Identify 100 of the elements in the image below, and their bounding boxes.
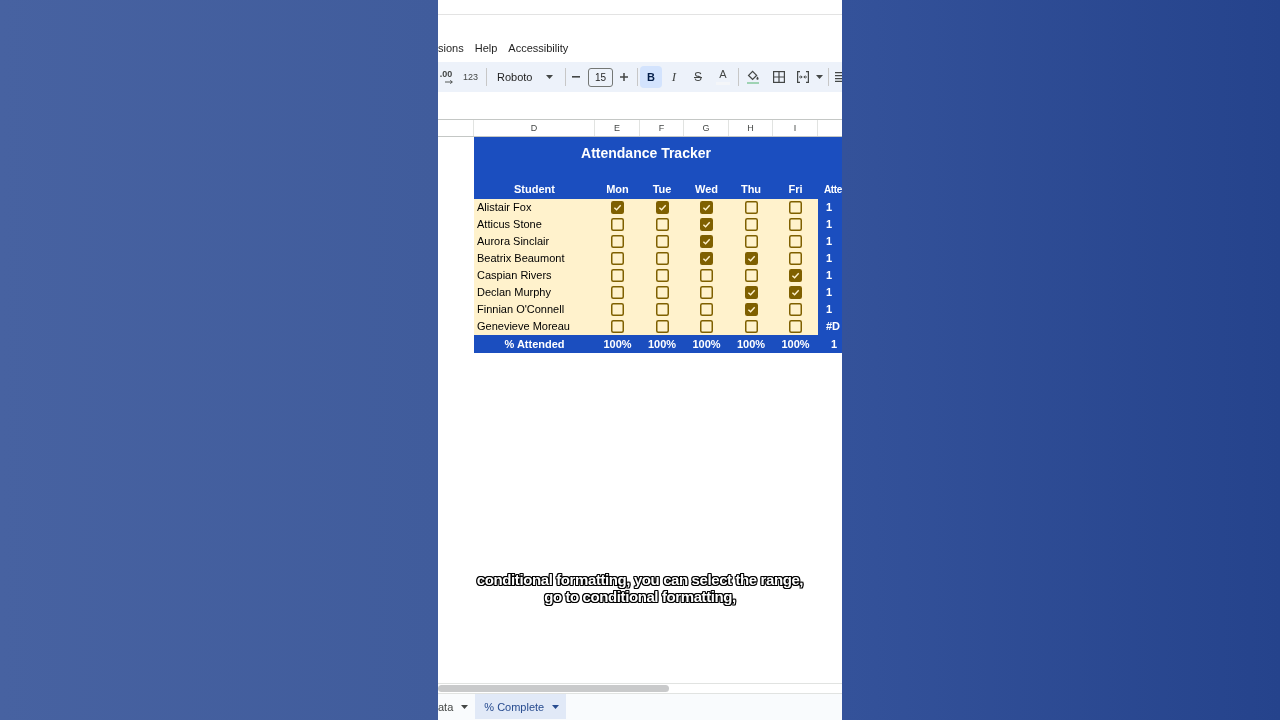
caret-icon[interactable] — [816, 75, 823, 79]
checkbox[interactable] — [655, 201, 669, 214]
cell-value: 1 — [826, 269, 833, 282]
checkbox[interactable] — [744, 286, 758, 299]
checkbox[interactable] — [744, 218, 758, 231]
merge-icon[interactable] — [797, 71, 809, 83]
checkbox[interactable] — [789, 286, 802, 299]
checkbox[interactable] — [700, 269, 713, 282]
cell-value: 1 — [826, 218, 833, 231]
checkbox[interactable] — [611, 320, 624, 333]
student-name: Aurora Sinclair — [477, 235, 550, 248]
checkbox[interactable] — [700, 320, 713, 333]
scrollbar-thumb[interactable] — [438, 685, 669, 692]
checkbox[interactable] — [700, 252, 713, 265]
column-label: Wed — [695, 183, 718, 196]
font-dropdown[interactable]: Roboto — [493, 67, 561, 87]
bold-button[interactable]: B — [640, 66, 662, 88]
cell-value: 1 — [826, 303, 833, 316]
checkbox[interactable] — [611, 269, 624, 282]
checkbox[interactable] — [789, 252, 802, 265]
cell-value: 1 — [830, 337, 838, 351]
menu-item[interactable]: Help — [474, 41, 498, 55]
text-color-button[interactable]: A — [712, 66, 734, 88]
cell-value: 1 — [826, 235, 833, 248]
checkbox[interactable] — [744, 303, 758, 316]
menu-item[interactable]: sions — [438, 41, 464, 55]
checkbox[interactable] — [789, 218, 802, 231]
checkbox[interactable] — [789, 235, 802, 248]
checkbox[interactable] — [611, 218, 624, 231]
checkbox[interactable] — [744, 320, 758, 333]
checkbox[interactable] — [655, 252, 669, 265]
percentage-value: 100% — [647, 337, 677, 351]
menu-item[interactable]: Accessibility — [508, 41, 569, 55]
percentage-value: 100% — [603, 337, 632, 351]
caret-icon — [552, 704, 560, 709]
column-label: Tue — [652, 183, 672, 196]
grid-icon[interactable] — [773, 71, 785, 83]
student-name: Caspian Rivers — [477, 269, 552, 282]
student-name: Declan Murphy — [477, 286, 551, 299]
checkbox[interactable] — [700, 235, 713, 248]
lines-icon[interactable] — [835, 72, 842, 82]
checkbox[interactable] — [655, 320, 669, 333]
percentage-value: 100% — [692, 337, 721, 351]
subtitle-caption: conditional formatting, you can select the range, go to conditional formatting, — [476, 571, 804, 605]
checkbox[interactable] — [789, 320, 802, 333]
checkbox[interactable] — [611, 201, 624, 214]
checkbox[interactable] — [655, 303, 669, 316]
checkbox[interactable] — [655, 235, 669, 248]
student-name: Genevieve Moreau — [477, 320, 570, 333]
column-label: Thu — [740, 183, 762, 196]
column-label: Student — [514, 183, 555, 196]
student-name: Finnian O'Connell — [477, 303, 565, 316]
checkbox[interactable] — [744, 252, 758, 265]
checkbox[interactable] — [700, 201, 713, 214]
checkbox[interactable] — [611, 286, 624, 299]
sheet-tab[interactable]: ata — [438, 694, 475, 719]
column-header[interactable]: F — [640, 120, 684, 136]
checkbox[interactable] — [789, 269, 802, 282]
caret-icon — [461, 704, 469, 709]
checkbox[interactable] — [789, 303, 802, 316]
increase-decimal-button[interactable]: .00 — [438, 69, 454, 85]
column-label: Mon — [606, 183, 629, 196]
cell-value: 1 — [826, 252, 833, 265]
row-label: % Attended — [504, 337, 565, 351]
number-format-button[interactable]: 123 — [462, 70, 479, 84]
sheet-title: Attendance Tracker — [581, 144, 711, 161]
checkbox[interactable] — [744, 235, 758, 248]
student-name: Alistair Fox — [477, 201, 532, 214]
student-name: Beatrix Beaumont — [477, 252, 565, 265]
italic-button[interactable]: I — [663, 66, 685, 88]
checkbox[interactable] — [611, 252, 624, 265]
checkbox[interactable] — [655, 269, 669, 282]
checkbox[interactable] — [611, 235, 624, 248]
paint-bucket-icon[interactable] — [747, 70, 759, 84]
checkbox[interactable] — [700, 303, 713, 316]
checkbox[interactable] — [744, 269, 758, 282]
font-size-field[interactable]: 15 — [588, 67, 613, 87]
minus-icon[interactable] — [572, 76, 580, 78]
checkbox[interactable] — [611, 303, 624, 316]
percentage-value: 100% — [781, 337, 810, 351]
column-header[interactable]: G — [684, 120, 729, 136]
checkbox[interactable] — [789, 201, 802, 214]
column-header[interactable]: I — [773, 120, 818, 136]
strikethrough-button[interactable]: S — [687, 66, 709, 88]
cell-value: #D — [826, 320, 841, 333]
sheet-tab[interactable]: % Complete — [475, 694, 567, 719]
arrow-icon — [444, 80, 453, 84]
plus-icon[interactable] — [620, 73, 628, 81]
cell-value: 1 — [826, 201, 833, 214]
checkbox[interactable] — [655, 286, 669, 299]
checkbox[interactable] — [655, 218, 669, 231]
checkbox[interactable] — [744, 201, 758, 214]
percentage-value: 100% — [736, 337, 766, 351]
column-label: Atte — [824, 183, 842, 196]
column-header[interactable]: E — [595, 120, 640, 136]
column-header[interactable]: H — [729, 120, 773, 136]
column-header[interactable]: D — [474, 120, 595, 136]
student-name: Atticus Stone — [477, 218, 542, 231]
checkbox[interactable] — [700, 218, 713, 231]
checkbox[interactable] — [700, 286, 713, 299]
